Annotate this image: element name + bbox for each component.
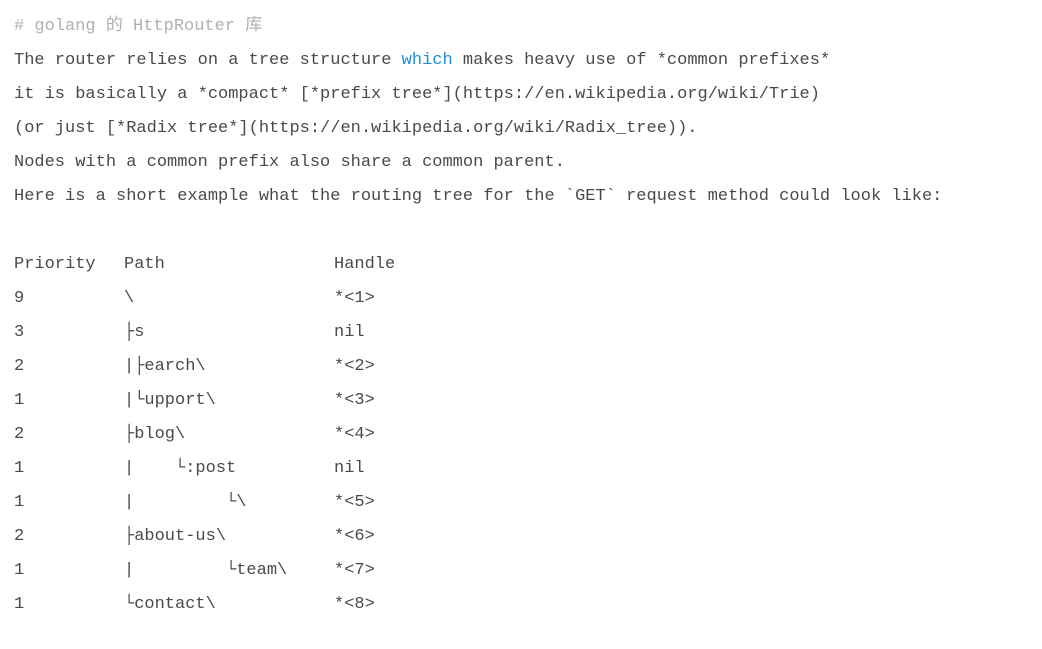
body-line-5: Here is a short example what the routing… (14, 180, 1028, 214)
cell-handle: *<4> (334, 418, 395, 452)
routing-tree-table: Priority Path Handle 9 \ *<1> 3 ├s nil 2… (14, 248, 395, 622)
cell-priority: 2 (14, 418, 124, 452)
cell-path: ├about-us\ (124, 520, 334, 554)
header-priority: Priority (14, 248, 124, 282)
cell-handle: nil (334, 452, 395, 486)
cell-priority: 1 (14, 554, 124, 588)
cell-path: | └:post (124, 452, 334, 486)
table-row: 9 \ *<1> (14, 282, 395, 316)
cell-path: ├s (124, 316, 334, 350)
cell-handle: *<3> (334, 384, 395, 418)
table-row: 1 | └\ *<5> (14, 486, 395, 520)
table-row: 1 └contact\ *<8> (14, 588, 395, 622)
header-handle: Handle (334, 248, 395, 282)
highlighted-word: which (402, 51, 453, 70)
cell-path: |└upport\ (124, 384, 334, 418)
table-header-row: Priority Path Handle (14, 248, 395, 282)
cell-priority: 2 (14, 520, 124, 554)
cell-path: | └team\ (124, 554, 334, 588)
table-row: 1 |└upport\ *<3> (14, 384, 395, 418)
table-row: 2 ├blog\ *<4> (14, 418, 395, 452)
cell-priority: 1 (14, 588, 124, 622)
cell-path: | └\ (124, 486, 334, 520)
table-row: 1 | └:post nil (14, 452, 395, 486)
cell-handle: *<8> (334, 588, 395, 622)
cell-handle: *<5> (334, 486, 395, 520)
body-line-3: (or just [*Radix tree*](https://en.wikip… (14, 112, 1028, 146)
cell-priority: 1 (14, 486, 124, 520)
cell-priority: 1 (14, 384, 124, 418)
body-line-2: it is basically a *compact* [*prefix tre… (14, 78, 1028, 112)
table-row: 2 ├about-us\ *<6> (14, 520, 395, 554)
table-row: 3 ├s nil (14, 316, 395, 350)
table-row: 2 |├earch\ *<2> (14, 350, 395, 384)
cell-handle: *<2> (334, 350, 395, 384)
header-path: Path (124, 248, 334, 282)
cell-handle: *<7> (334, 554, 395, 588)
cell-handle: *<6> (334, 520, 395, 554)
table-row: 1 | └team\ *<7> (14, 554, 395, 588)
cell-handle: nil (334, 316, 395, 350)
cell-path: |├earch\ (124, 350, 334, 384)
body-line-4: Nodes with a common prefix also share a … (14, 146, 1028, 180)
cell-priority: 2 (14, 350, 124, 384)
cell-priority: 9 (14, 282, 124, 316)
cell-path: \ (124, 282, 334, 316)
cell-priority: 3 (14, 316, 124, 350)
body-line-1-pre: The router relies on a tree structure (14, 51, 402, 70)
comment-line: # golang 的 HttpRouter 库 (14, 10, 1028, 44)
cell-handle: *<1> (334, 282, 395, 316)
body-line-1: The router relies on a tree structure wh… (14, 44, 1028, 78)
cell-path: ├blog\ (124, 418, 334, 452)
body-line-1-post: makes heavy use of *common prefixes* (453, 51, 830, 70)
cell-priority: 1 (14, 452, 124, 486)
cell-path: └contact\ (124, 588, 334, 622)
